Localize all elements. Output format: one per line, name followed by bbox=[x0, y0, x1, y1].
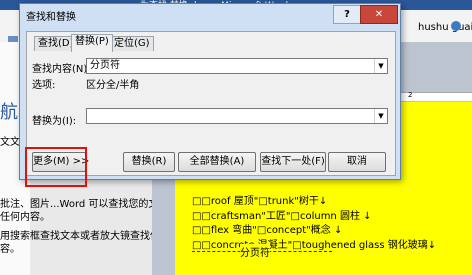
doc-line[interactable]: □□roof 屋顶"□trunk"树干↓ bbox=[192, 192, 327, 207]
tab-goto[interactable]: 定位(G) bbox=[110, 36, 154, 51]
user-name: hushu guai bbox=[418, 22, 472, 33]
doc-line[interactable]: □□concrete 混凝土"□toughened glass 钢化玻璃↓ bbox=[192, 236, 436, 251]
navigation-pane-title: 航 bbox=[0, 102, 18, 123]
ruler-mark: 2 bbox=[408, 91, 413, 99]
replace-label: 替换为(I): bbox=[32, 116, 77, 127]
close-button[interactable]: ✕ bbox=[360, 5, 398, 24]
more-button-callout bbox=[25, 147, 87, 187]
window-controls bbox=[440, 0, 472, 10]
maximize-button[interactable] bbox=[456, 0, 472, 10]
replace-all-button[interactable]: 全部替换(A) bbox=[178, 152, 256, 172]
find-input[interactable]: 分页符 ▼ bbox=[86, 58, 388, 74]
page-break-label: 分页符 bbox=[240, 244, 270, 259]
ruler: 2 bbox=[398, 91, 472, 101]
nav-text-3: 任何内容。 bbox=[0, 212, 50, 223]
find-input-value: 分页符 bbox=[90, 60, 120, 71]
options-label: 选项: bbox=[32, 80, 56, 91]
cancel-button[interactable]: 取消 bbox=[328, 152, 386, 172]
help-icon[interactable] bbox=[451, 21, 461, 31]
chevron-down-icon[interactable]: ▼ bbox=[374, 59, 387, 73]
doc-line[interactable]: □□craftsman"工匠"□column 圆柱 ↓ bbox=[192, 207, 372, 222]
help-button[interactable]: ? bbox=[333, 5, 361, 24]
options-value: 区分全/半角 bbox=[86, 80, 140, 91]
find-next-button[interactable]: 查找下一处(F) bbox=[260, 152, 326, 172]
chevron-down-icon[interactable]: ▼ bbox=[374, 109, 387, 123]
replace-input[interactable]: ▼ bbox=[86, 108, 388, 124]
minimize-button[interactable] bbox=[440, 0, 456, 10]
replace-button[interactable]: 替换(R) bbox=[123, 152, 175, 172]
tab-replace[interactable]: 替换(P) bbox=[71, 34, 113, 52]
nav-text-1: 文文 bbox=[0, 137, 20, 148]
doc-line[interactable]: □□flex 弯曲"□concept"概念 ↓ bbox=[192, 221, 342, 236]
dialog-title: 查找和替换 bbox=[26, 12, 76, 23]
find-label: 查找内容(N): bbox=[32, 64, 91, 75]
nav-text-5: 容。 bbox=[0, 244, 20, 255]
